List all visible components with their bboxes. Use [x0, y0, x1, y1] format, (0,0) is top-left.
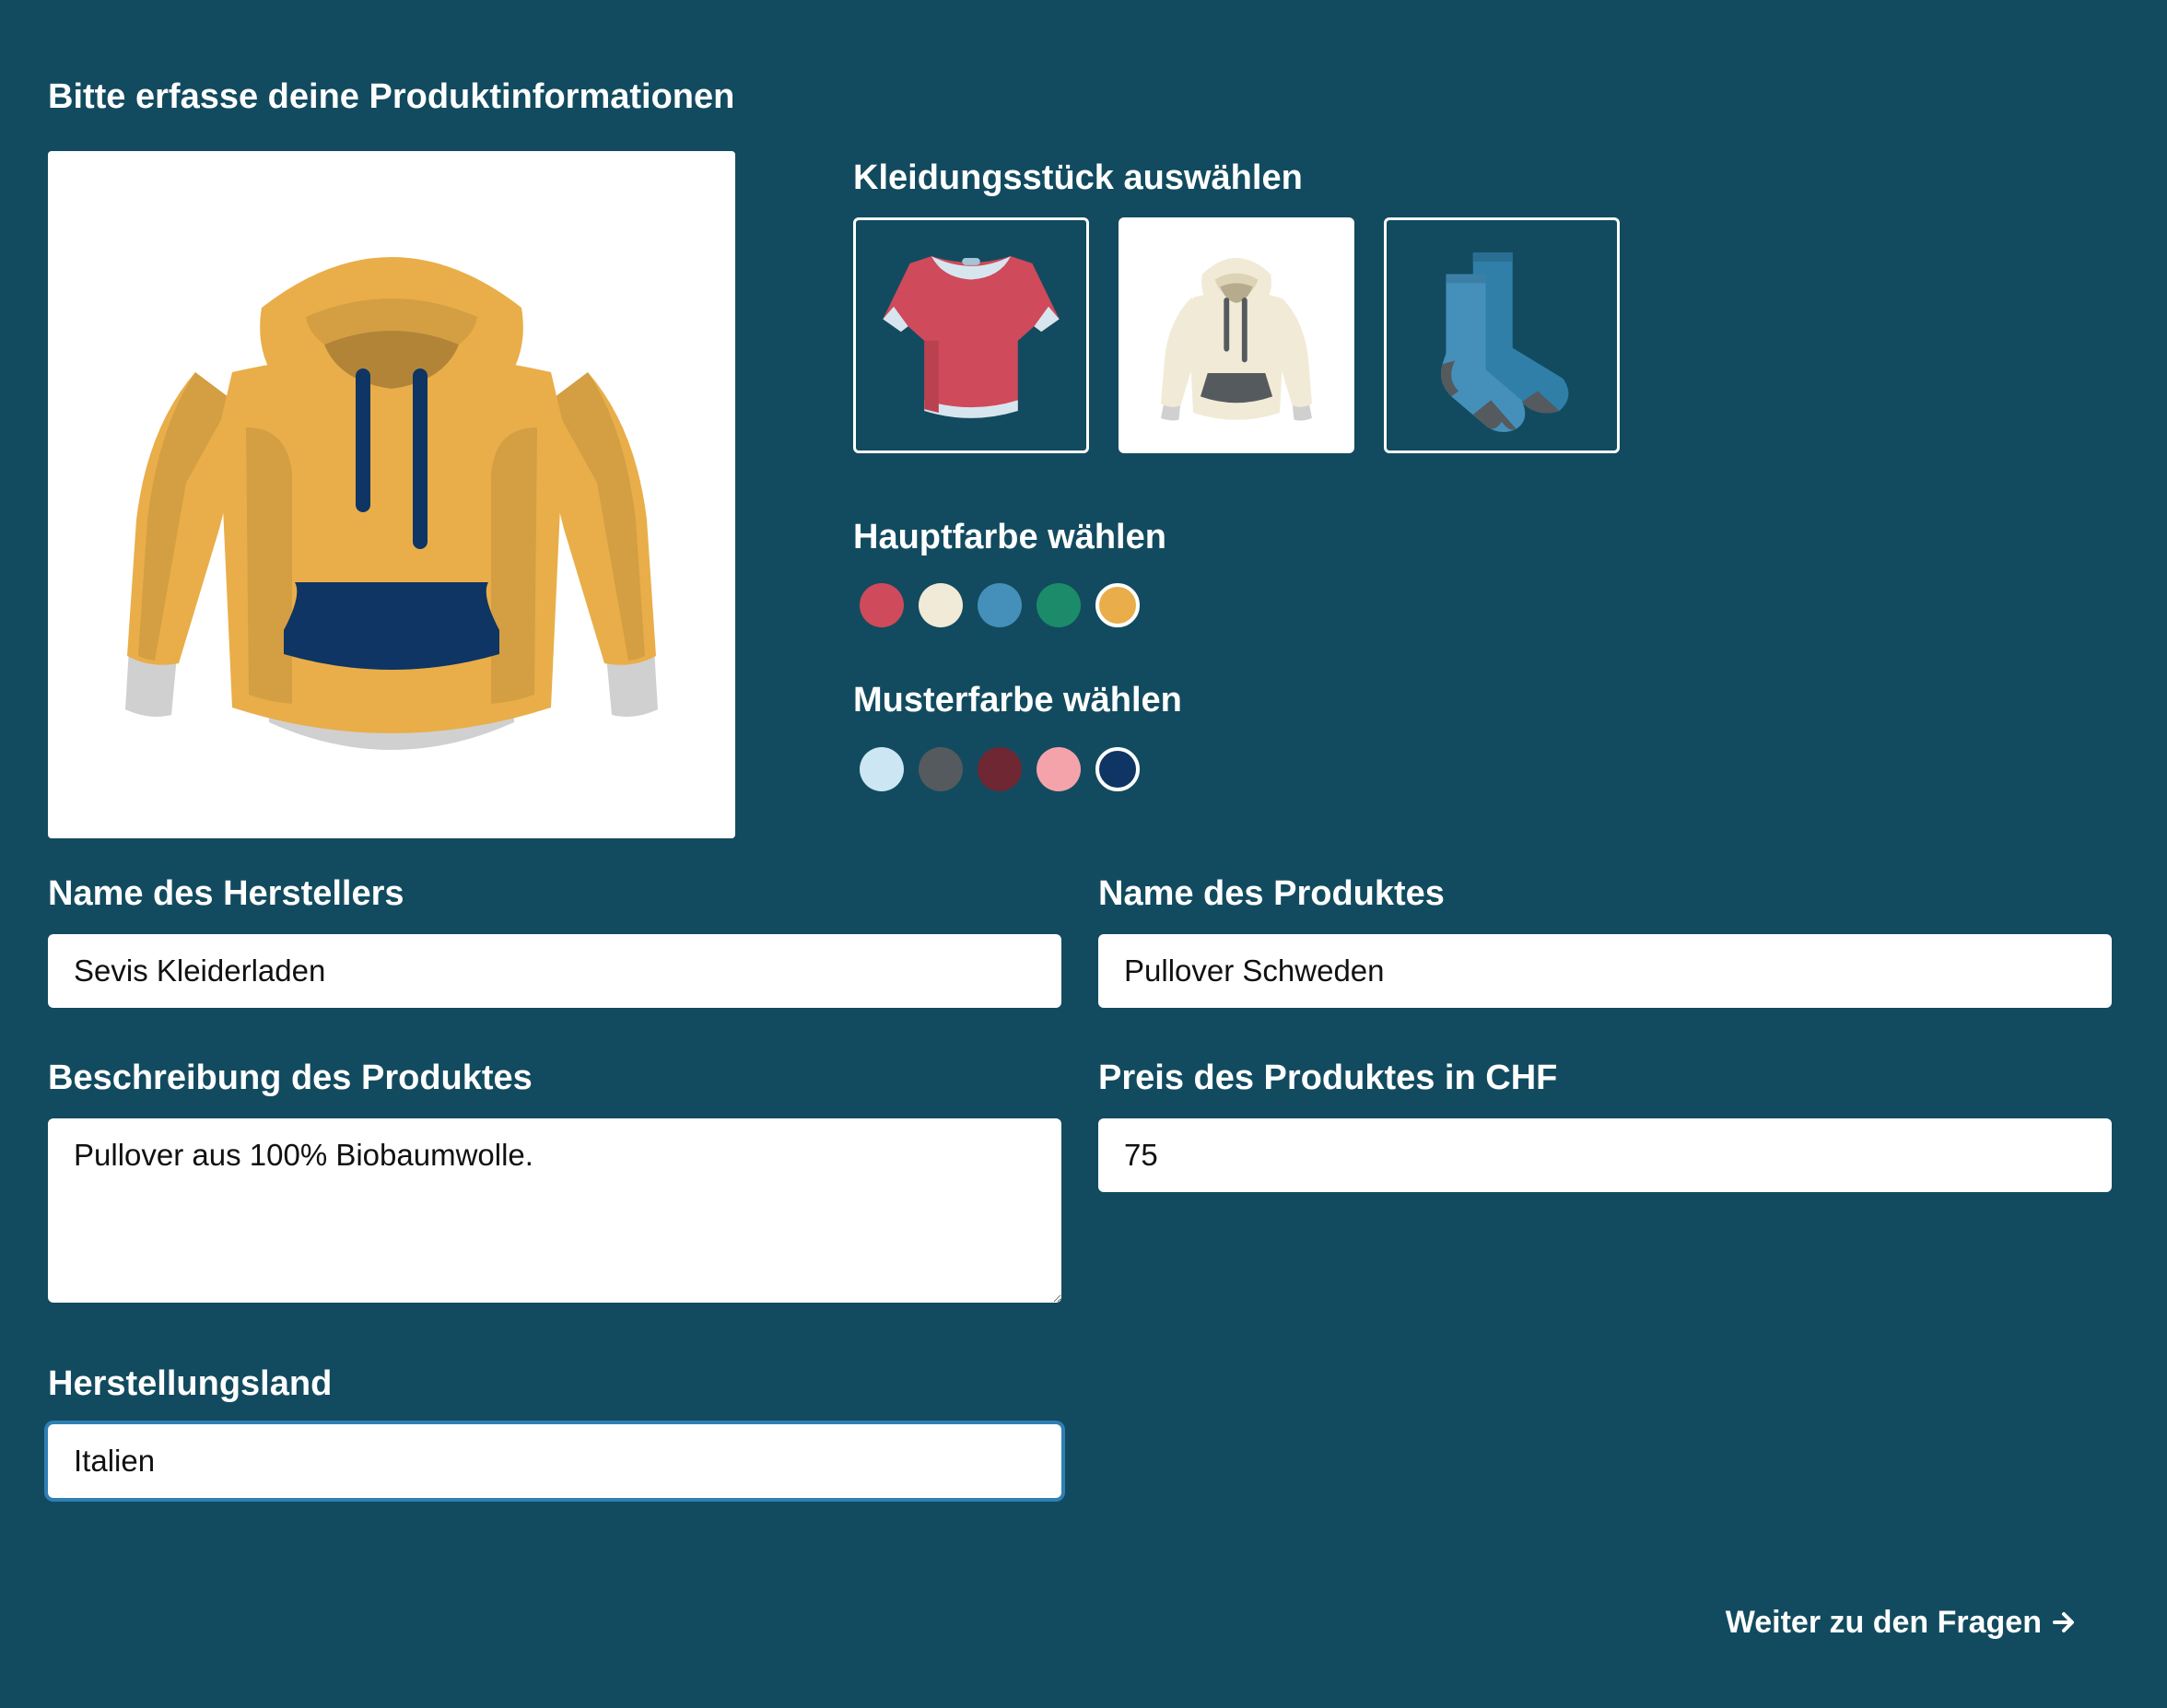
main-color-swatch-yellow[interactable] [1095, 583, 1140, 627]
country-input[interactable] [48, 1424, 1061, 1498]
garment-option-socks[interactable] [1384, 217, 1620, 453]
main-color-swatch-blue[interactable] [978, 583, 1022, 627]
main-color-swatch-red[interactable] [860, 583, 904, 627]
description-textarea[interactable]: Pullover aus 100% Biobaumwolle. [48, 1118, 1061, 1303]
pattern-color-swatch-gray[interactable] [919, 747, 963, 791]
hoodie-icon [1160, 258, 1313, 421]
price-input[interactable] [1098, 1118, 2112, 1192]
next-to-questions-button[interactable]: Weiter zu den Fragen [1726, 1599, 2077, 1645]
main-color-swatch-green[interactable] [1037, 583, 1081, 627]
pattern-color-swatch-pink[interactable] [1037, 747, 1081, 791]
main-color-swatch-cream[interactable] [919, 583, 963, 627]
main-color-label: Hauptfarbe wählen [853, 518, 1166, 556]
pattern-color-swatch-darkred[interactable] [978, 747, 1022, 791]
pattern-color-label: Musterfarbe wählen [853, 681, 1182, 719]
socks-icon [1440, 252, 1569, 433]
product-name-label: Name des Produktes [1098, 874, 1445, 913]
garment-picker-label: Kleidungsstück auswählen [853, 158, 1303, 197]
hoodie-preview-icon [125, 257, 658, 750]
tshirt-icon [883, 256, 1060, 418]
price-label: Preis des Produktes in CHF [1098, 1059, 1558, 1097]
pattern-color-swatch-lightblue[interactable] [860, 747, 904, 791]
garment-option-tshirt[interactable] [853, 217, 1089, 453]
product-name-input[interactable] [1098, 934, 2112, 1008]
page-title: Bitte erfasse deine Produktinformationen [48, 77, 735, 116]
pattern-color-swatch-navy[interactable] [1095, 747, 1140, 791]
garment-option-hoodie[interactable] [1119, 217, 1354, 453]
product-preview [48, 151, 735, 838]
manufacturer-label: Name des Herstellers [48, 874, 404, 913]
next-button-label: Weiter zu den Fragen [1725, 1605, 2042, 1640]
country-label: Herstellungsland [48, 1364, 333, 1403]
arrow-right-icon [2051, 1609, 2077, 1635]
description-label: Beschreibung des Produktes [48, 1059, 533, 1097]
manufacturer-input[interactable] [48, 934, 1061, 1008]
